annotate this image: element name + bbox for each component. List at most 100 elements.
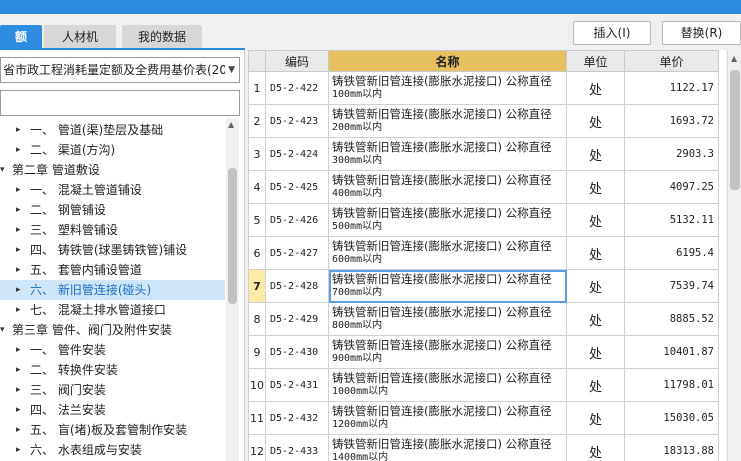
tree-item[interactable]: ▸ 二、 钢管铺设 — [0, 200, 225, 220]
tree-item[interactable]: ▸ 一、 管道(渠)垫层及基础 — [0, 120, 225, 140]
expand-arrow-icon[interactable]: ▸ — [16, 400, 21, 420]
tree-item[interactable]: ▸ 五、 盲(堵)板及套管制作安装 — [0, 420, 225, 440]
table-row[interactable]: 2 D5-2-423 铸铁管新旧管连接(膨胀水泥接口) 公称直径 200mm以内处 16… — [248, 104, 719, 138]
cell-name[interactable]: 铸铁管新旧管连接(膨胀水泥接口) 公称直径 900mm以内 — [328, 335, 567, 369]
table-row[interactable]: 8 D5-2-429 铸铁管新旧管连接(膨胀水泥接口) 公称直径 800mm以内处 88… — [248, 302, 719, 336]
expand-arrow-icon[interactable]: ▸ — [16, 280, 21, 300]
cell-unit[interactable]: 处 — [566, 203, 625, 237]
cell-price[interactable]: 8885.52 — [624, 302, 719, 336]
table-row[interactable]: 5 D5-2-426 铸铁管新旧管连接(膨胀水泥接口) 公称直径 500mm以内处 51… — [248, 203, 719, 237]
table-row[interactable]: 12 D5-2-433 铸铁管新旧管连接(膨胀水泥接口) 公称直径 1400mm以内处… — [248, 434, 719, 461]
tree-scrollbar[interactable]: ▲ — [226, 118, 239, 461]
row-number[interactable]: 10 — [248, 368, 266, 402]
expand-arrow-icon[interactable]: ▸ — [16, 260, 21, 280]
tree-scrollbar-thumb[interactable] — [228, 168, 237, 304]
cell-unit[interactable]: 处 — [566, 104, 625, 138]
cell-name[interactable]: 铸铁管新旧管连接(膨胀水泥接口) 公称直径 200mm以内 — [328, 104, 567, 138]
cell-unit[interactable]: 处 — [566, 401, 625, 435]
cell-name[interactable]: 铸铁管新旧管连接(膨胀水泥接口) 公称直径 1200mm以内 — [328, 401, 567, 435]
row-number[interactable]: 8 — [248, 302, 266, 336]
cell-name[interactable]: 铸铁管新旧管连接(膨胀水泥接口) 公称直径 800mm以内 — [328, 302, 567, 336]
cell-unit[interactable]: 处 — [566, 236, 625, 270]
table-row[interactable]: 4 D5-2-425 铸铁管新旧管连接(膨胀水泥接口) 公称直径 400mm以内处 40… — [248, 170, 719, 204]
table-row[interactable]: 6 D5-2-427 铸铁管新旧管连接(膨胀水泥接口) 公称直径 600mm以内处 61… — [248, 236, 719, 270]
cell-name[interactable]: 铸铁管新旧管连接(膨胀水泥接口) 公称直径 1000mm以内 — [328, 368, 567, 402]
row-number[interactable]: 2 — [248, 104, 266, 138]
expand-arrow-icon[interactable]: ▸ — [16, 140, 21, 160]
tree-item[interactable]: ▸ 三、 塑料管铺设 — [0, 220, 225, 240]
cell-code[interactable]: D5-2-433 — [265, 434, 329, 461]
scroll-up-icon[interactable]: ▲ — [731, 54, 737, 63]
cell-code[interactable]: D5-2-431 — [265, 368, 329, 402]
row-number[interactable]: 1 — [248, 71, 266, 105]
table-row[interactable]: 11 D5-2-432 铸铁管新旧管连接(膨胀水泥接口) 公称直径 1200mm以内处… — [248, 401, 719, 435]
cell-price[interactable]: 7539.74 — [624, 269, 719, 303]
tree-item[interactable]: ▾ 第二章 管道敷设 — [0, 160, 225, 180]
cell-price[interactable]: 18313.88 — [624, 434, 719, 461]
cell-price[interactable]: 6195.4 — [624, 236, 719, 270]
cell-name[interactable]: 铸铁管新旧管连接(膨胀水泥接口) 公称直径 700mm以内 — [328, 269, 567, 303]
header-unit[interactable]: 单位 — [566, 50, 625, 72]
cell-price[interactable]: 1693.72 — [624, 104, 719, 138]
tree-item[interactable]: ▸ 四、 铸铁管(球墨铸铁管)铺设 — [0, 240, 225, 260]
table-row[interactable]: 3 D5-2-424 铸铁管新旧管连接(膨胀水泥接口) 公称直径 300mm以内处 29… — [248, 137, 719, 171]
cell-name[interactable]: 铸铁管新旧管连接(膨胀水泥接口) 公称直径 600mm以内 — [328, 236, 567, 270]
cell-unit[interactable]: 处 — [566, 335, 625, 369]
cell-name[interactable]: 铸铁管新旧管连接(膨胀水泥接口) 公称直径 100mm以内 — [328, 71, 567, 105]
row-number[interactable]: 4 — [248, 170, 266, 204]
cell-price[interactable]: 11798.01 — [624, 368, 719, 402]
tree-item[interactable]: ▸ 一、 混凝土管道铺设 — [0, 180, 225, 200]
replace-button[interactable]: 替换(R) — [662, 21, 741, 45]
expand-arrow-icon[interactable]: ▸ — [16, 420, 21, 440]
header-name[interactable]: 名称 — [328, 50, 567, 72]
tree-item[interactable]: ▸ 一、 管件安装 — [0, 340, 225, 360]
expand-arrow-icon[interactable]: ▸ — [16, 380, 21, 400]
expand-arrow-icon[interactable]: ▸ — [16, 180, 21, 200]
cell-code[interactable]: D5-2-430 — [265, 335, 329, 369]
cell-unit[interactable]: 处 — [566, 434, 625, 461]
library-select[interactable]: 省市政工程消耗量定额及全费用基价表(20 ▼ — [0, 57, 240, 83]
cell-price[interactable]: 15030.05 — [624, 401, 719, 435]
table-row[interactable]: 10 D5-2-431 铸铁管新旧管连接(膨胀水泥接口) 公称直径 1000mm以内处… — [248, 368, 719, 402]
expand-arrow-icon[interactable]: ▸ — [16, 360, 21, 380]
tab-my-data[interactable]: 我的数据 — [122, 25, 202, 49]
expand-arrow-icon[interactable]: ▸ — [16, 300, 21, 320]
scroll-up-icon[interactable]: ▲ — [228, 120, 234, 129]
row-number[interactable]: 9 — [248, 335, 266, 369]
tree-item[interactable]: ▸ 五、 套管内铺设管道 — [0, 260, 225, 280]
cell-price[interactable]: 2903.3 — [624, 137, 719, 171]
row-number[interactable]: 3 — [248, 137, 266, 171]
table-row[interactable]: 9 D5-2-430 铸铁管新旧管连接(膨胀水泥接口) 公称直径 900mm以内处 10… — [248, 335, 719, 369]
tree-item[interactable]: ▸ 七、 混凝土排水管道接口 — [0, 300, 225, 320]
tree-item[interactable]: ▾ 第三章 管件、阀门及附件安装 — [0, 320, 225, 340]
cell-price[interactable]: 10401.87 — [624, 335, 719, 369]
expand-arrow-icon[interactable]: ▸ — [16, 240, 21, 260]
cell-price[interactable]: 4097.25 — [624, 170, 719, 204]
cell-unit[interactable]: 处 — [566, 302, 625, 336]
row-number[interactable]: 12 — [248, 434, 266, 461]
cell-name[interactable]: 铸铁管新旧管连接(膨胀水泥接口) 公称直径 400mm以内 — [328, 170, 567, 204]
tab-labor-material-machine[interactable]: 人材机 — [44, 25, 116, 49]
cell-code[interactable]: D5-2-424 — [265, 137, 329, 171]
cell-unit[interactable]: 处 — [566, 170, 625, 204]
tree-item[interactable]: ▸ 二、 渠道(方沟) — [0, 140, 225, 160]
tree-item[interactable]: ▸ 三、 阀门安装 — [0, 380, 225, 400]
cell-code[interactable]: D5-2-422 — [265, 71, 329, 105]
table-row[interactable]: 1 D5-2-422 铸铁管新旧管连接(膨胀水泥接口) 公称直径 100mm以内处 11… — [248, 71, 719, 105]
cell-code[interactable]: D5-2-428 — [265, 269, 329, 303]
header-code[interactable]: 编码 — [265, 50, 329, 72]
cell-price[interactable]: 5132.11 — [624, 203, 719, 237]
tree-item[interactable]: ▸ 六、 新旧管连接(碰头) — [0, 280, 225, 300]
table-scrollbar[interactable]: ▲ — [727, 50, 741, 461]
expand-arrow-icon[interactable]: ▸ — [16, 120, 21, 140]
header-price[interactable]: 单价 — [624, 50, 719, 72]
cell-unit[interactable]: 处 — [566, 269, 625, 303]
expand-arrow-icon[interactable]: ▸ — [16, 220, 21, 240]
collapse-arrow-icon[interactable]: ▾ — [0, 160, 5, 180]
search-input[interactable] — [0, 90, 240, 116]
cell-code[interactable]: D5-2-423 — [265, 104, 329, 138]
expand-arrow-icon[interactable]: ▸ — [16, 200, 21, 220]
row-number[interactable]: 5 — [248, 203, 266, 237]
cell-unit[interactable]: 处 — [566, 71, 625, 105]
tree-item[interactable]: ▸ 四、 法兰安装 — [0, 400, 225, 420]
